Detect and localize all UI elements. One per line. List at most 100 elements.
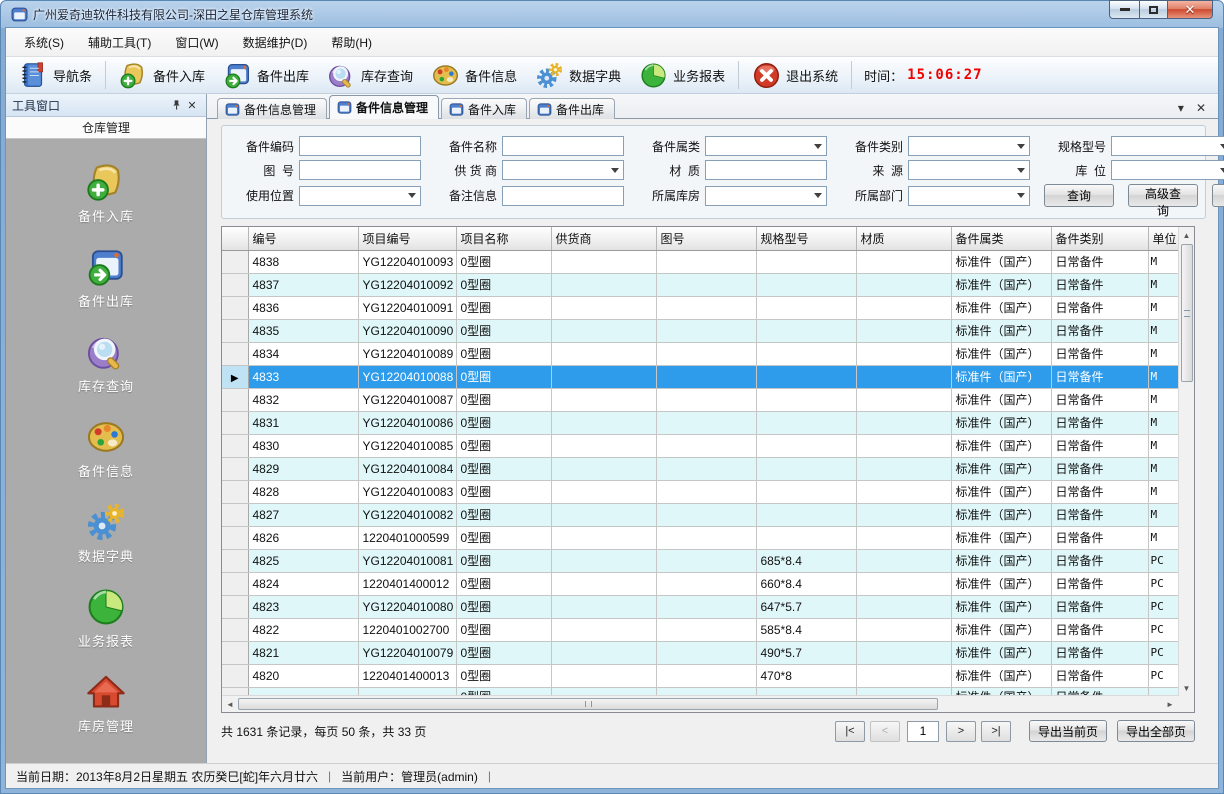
sidebar-item-parts-in[interactable]: 备件入库 <box>78 161 134 225</box>
toolbar-data-dict-button[interactable]: 数据字典 <box>526 59 630 92</box>
source-select[interactable] <box>908 160 1030 180</box>
toolbar-parts-info-button[interactable]: 备件信息 <box>422 59 526 92</box>
row-selector[interactable] <box>222 434 248 457</box>
table-row[interactable]: 4837YG122040100920型圈标准件（国产）日常备件M <box>222 273 1178 296</box>
table-row[interactable]: 4831YG122040100860型圈标准件（国产）日常备件M <box>222 411 1178 434</box>
query-button[interactable]: 查询 <box>1044 184 1114 207</box>
table-row[interactable]: 4825YG122040100810型圈685*8.4标准件（国产）日常备件PC <box>222 549 1178 572</box>
chevron-down-icon[interactable]: ▾ <box>1178 102 1184 114</box>
scroll-left-icon[interactable]: ◄ <box>222 696 238 712</box>
export-current-page-button[interactable]: 导出当前页 <box>1029 720 1107 742</box>
grid-header-5[interactable]: 规格型号 <box>756 227 856 250</box>
advanced-query-button[interactable]: 高级查询 <box>1128 184 1198 207</box>
department-select[interactable] <box>908 186 1030 206</box>
toolbar-biz-report-button[interactable]: 业务报表 <box>630 59 734 92</box>
toolbar-exit-button[interactable]: 退出系统 <box>743 59 847 92</box>
last-page-button[interactable]: >| <box>981 721 1011 742</box>
table-row[interactable]: 4830YG122040100850型圈标准件（国产）日常备件M <box>222 434 1178 457</box>
supplier-select[interactable] <box>502 160 624 180</box>
row-selector[interactable] <box>222 595 248 618</box>
export-all-pages-button[interactable]: 导出全部页 <box>1117 720 1195 742</box>
table-row[interactable]: 4836YG122040100910型圈标准件（国产）日常备件M <box>222 296 1178 319</box>
menu-item-4[interactable]: 帮助(H) <box>319 30 384 55</box>
row-selector[interactable] <box>222 250 248 273</box>
table-row[interactable]: 4827YG122040100820型圈标准件（国产）日常备件M <box>222 503 1178 526</box>
table-row[interactable]: 4823YG122040100800型圈647*5.7标准件（国产）日常备件PC <box>222 595 1178 618</box>
table-row[interactable]: 482212204010027000型圈585*8.4标准件（国产）日常备件PC <box>222 618 1178 641</box>
row-selector[interactable] <box>222 411 248 434</box>
row-selector[interactable] <box>222 388 248 411</box>
row-selector[interactable] <box>222 273 248 296</box>
row-selector[interactable] <box>222 480 248 503</box>
toolbar-navbar-button[interactable]: 导航条 <box>10 59 101 92</box>
row-selector[interactable] <box>222 664 248 687</box>
category-select[interactable] <box>908 136 1030 156</box>
grid-header-3[interactable]: 供货商 <box>551 227 656 250</box>
spare-code-input[interactable] <box>299 136 421 156</box>
vscroll-thumb[interactable] <box>1181 244 1193 382</box>
toolbar-stock-query-button[interactable]: 库存查询 <box>318 59 422 92</box>
tab-2[interactable]: 备件入库 <box>441 98 527 119</box>
grid-header-9[interactable]: 单位 <box>1148 227 1178 250</box>
page-number-input[interactable] <box>907 721 939 742</box>
remark-input[interactable] <box>502 186 624 206</box>
table-row[interactable]: ▶4833YG122040100880型圈标准件（国产）日常备件M <box>222 365 1178 388</box>
sidebar-item-parts-out[interactable]: 备件出库 <box>78 246 134 310</box>
vertical-scrollbar[interactable]: ▲ ▼ <box>1178 227 1194 696</box>
table-row[interactable]: 4821YG122040100790型圈490*5.7标准件（国产）日常备件PC <box>222 641 1178 664</box>
menu-item-1[interactable]: 辅助工具(T) <box>76 30 163 55</box>
tab-0[interactable]: 备件信息管理 <box>217 98 327 119</box>
grid-header-7[interactable]: 备件属类 <box>951 227 1051 250</box>
table-row[interactable]: 4829YG122040100840型圈标准件（国产）日常备件M <box>222 457 1178 480</box>
table-row[interactable]: 4828YG122040100830型圈标准件（国产）日常备件M <box>222 480 1178 503</box>
grid-header-1[interactable]: 项目编号 <box>358 227 456 250</box>
first-page-button[interactable]: |< <box>835 721 865 742</box>
material-input[interactable] <box>705 160 827 180</box>
row-selector[interactable] <box>222 296 248 319</box>
row-selector[interactable] <box>222 342 248 365</box>
next-page-button[interactable]: > <box>946 721 976 742</box>
close-button[interactable]: ✕ <box>1167 0 1213 19</box>
table-row[interactable]: 4834YG122040100890型圈标准件（国产）日常备件M <box>222 342 1178 365</box>
table-row[interactable]: 482612204010005990型圈标准件（国产）日常备件M <box>222 526 1178 549</box>
grid-header-0[interactable]: 编号 <box>248 227 358 250</box>
tab-close-icon[interactable]: ✕ <box>1196 102 1206 114</box>
scroll-down-icon[interactable]: ▼ <box>1179 680 1195 696</box>
drawing-no-input[interactable] <box>299 160 421 180</box>
row-selector[interactable] <box>222 549 248 572</box>
row-selector[interactable] <box>222 503 248 526</box>
spare-name-input[interactable] <box>502 136 624 156</box>
grid-header-8[interactable]: 备件类别 <box>1051 227 1148 250</box>
sidebar-item-biz-report[interactable]: 业务报表 <box>78 586 134 650</box>
table-row[interactable]: 482412204014000120型圈660*8.4标准件（国产）日常备件PC <box>222 572 1178 595</box>
row-selector[interactable] <box>222 618 248 641</box>
maximize-button[interactable] <box>1139 0 1167 19</box>
menu-item-2[interactable]: 窗口(W) <box>163 30 230 55</box>
prev-page-button[interactable]: < <box>870 721 900 742</box>
grid-header-2[interactable]: 项目名称 <box>456 227 551 250</box>
row-selector[interactable] <box>222 687 248 695</box>
new-button[interactable]: 新建 <box>1212 184 1224 207</box>
attr-class-select[interactable] <box>705 136 827 156</box>
horizontal-scrollbar[interactable]: ◄ ► <box>222 695 1178 712</box>
pin-button[interactable] <box>168 97 184 113</box>
table-row[interactable]: 4832YG122040100870型圈标准件（国产）日常备件M <box>222 388 1178 411</box>
scroll-right-icon[interactable]: ► <box>1162 696 1178 712</box>
table-row[interactable]: 4838YG122040100930型圈标准件（国产）日常备件M <box>222 250 1178 273</box>
minimize-button[interactable] <box>1109 0 1139 19</box>
toolbar-parts-out-button[interactable]: 备件出库 <box>214 59 318 92</box>
sidebar-item-parts-info[interactable]: 备件信息 <box>78 416 134 480</box>
tab-1[interactable]: 备件信息管理 <box>329 95 439 119</box>
tab-3[interactable]: 备件出库 <box>529 98 615 119</box>
row-selector[interactable] <box>222 572 248 595</box>
table-row-partial[interactable]: 0型圈标准件（国产）日常备件 <box>222 687 1178 695</box>
grid-header-4[interactable]: 图号 <box>656 227 756 250</box>
row-selector[interactable] <box>222 319 248 342</box>
row-selector[interactable] <box>222 526 248 549</box>
scroll-up-icon[interactable]: ▲ <box>1179 227 1195 243</box>
spec-model-select[interactable] <box>1111 136 1224 156</box>
menu-item-0[interactable]: 系统(S) <box>12 30 76 55</box>
panel-close-button[interactable]: ✕ <box>184 97 200 113</box>
hscroll-thumb[interactable] <box>238 698 938 710</box>
table-row[interactable]: 482012204014000130型圈470*8标准件（国产）日常备件PC <box>222 664 1178 687</box>
